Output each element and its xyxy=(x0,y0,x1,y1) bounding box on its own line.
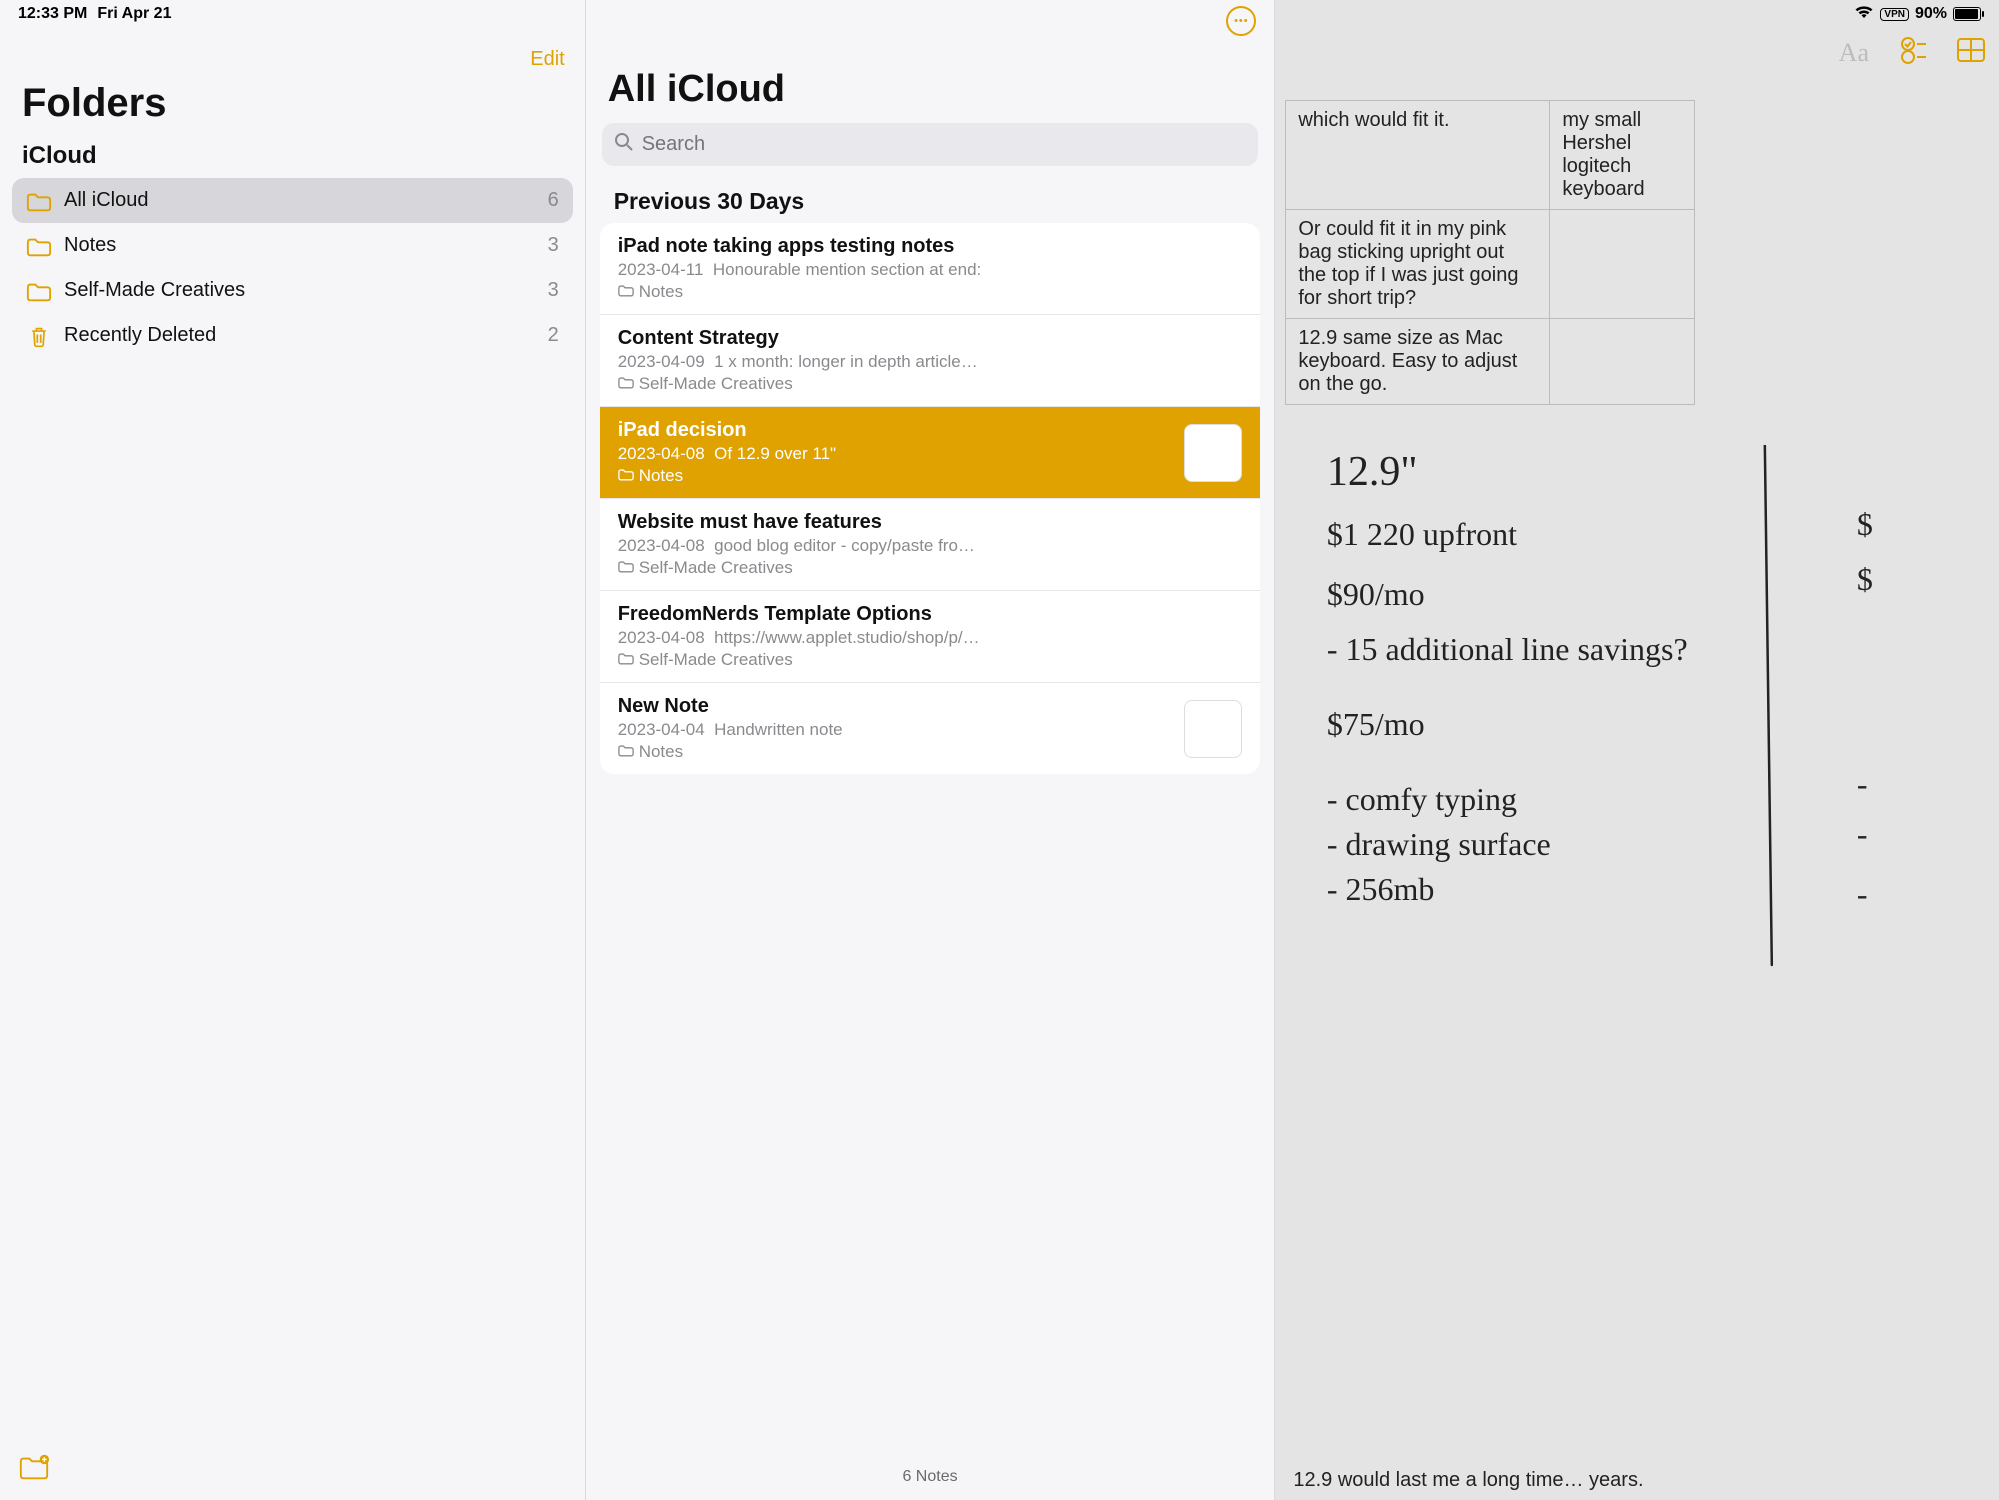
notes-column: ••• ••• All iCloud Previous 30 Days iPad… xyxy=(586,0,1276,1500)
folder-icon xyxy=(618,650,634,670)
search-icon xyxy=(614,132,634,157)
note-folder-label: Self-Made Creatives xyxy=(618,558,1243,578)
svg-text:$: $ xyxy=(1857,506,1873,542)
svg-text:$90/mo: $90/mo xyxy=(1327,576,1425,612)
note-row[interactable]: Content Strategy2023-04-09 1 x month: lo… xyxy=(600,315,1261,407)
folder-row[interactable]: Notes 3 xyxy=(12,223,573,268)
battery-percent: 90% xyxy=(1915,5,1947,23)
note-title: FreedomNerds Template Options xyxy=(618,603,1243,626)
handwriting-area[interactable]: 12.9" $1 220 upfront $90/mo - 15 additiona… xyxy=(1275,445,1999,1005)
note-row[interactable]: iPad decision2023-04-08 Of 12.9 over 11"… xyxy=(600,407,1261,499)
status-time: 12:33 PM xyxy=(18,5,87,23)
svg-text:- comfy typing: - comfy typing xyxy=(1327,781,1517,817)
folder-icon xyxy=(618,558,634,578)
folder-count: 3 xyxy=(548,234,559,257)
checklist-button[interactable] xyxy=(1899,36,1927,69)
folder-icon xyxy=(618,282,634,302)
folder-label: Self-Made Creatives xyxy=(64,279,536,302)
table-cell[interactable]: my small Hershel logitech keyboard xyxy=(1550,101,1695,210)
folders-column: Edit Folders iCloud All iCloud6Notes3Sel… xyxy=(0,0,586,1500)
folder-icon xyxy=(618,742,634,762)
folder-icon xyxy=(26,191,52,211)
note-folder-label: Self-Made Creatives xyxy=(618,374,1243,394)
search-input[interactable] xyxy=(642,133,1247,156)
note-folder-label: Notes xyxy=(618,742,1173,762)
svg-text:-: - xyxy=(1857,816,1868,852)
folder-icon xyxy=(618,374,634,394)
wifi-icon xyxy=(1854,5,1874,24)
folders-section-label: iCloud xyxy=(0,136,585,178)
svg-text:- drawing surface: - drawing surface xyxy=(1327,826,1551,862)
note-body[interactable]: which would fit it.my small Hershel logi… xyxy=(1275,36,1999,1500)
notes-count-footer: 6 Notes xyxy=(586,1454,1275,1500)
note-meta: 2023-04-11 Honourable mention section at… xyxy=(618,260,1243,280)
note-folder-label: Notes xyxy=(618,282,1243,302)
note-title: Website must have features xyxy=(618,511,1243,534)
note-meta: 2023-04-08 Of 12.9 over 11" xyxy=(618,444,1173,464)
note-meta: 2023-04-04 Handwritten note xyxy=(618,720,1173,740)
note-folder-label: Self-Made Creatives xyxy=(618,650,1243,670)
note-meta: 2023-04-08 good blog editor - copy/paste… xyxy=(618,536,1243,556)
search-field[interactable] xyxy=(602,123,1259,166)
folder-label: All iCloud xyxy=(64,189,536,212)
insert-table-button[interactable] xyxy=(1957,38,1985,67)
table-cell[interactable] xyxy=(1550,210,1695,319)
note-table[interactable]: which would fit it.my small Hershel logi… xyxy=(1285,100,1695,405)
status-bar: 12:33 PM Fri Apr 21 VPN 90% xyxy=(0,0,1999,28)
svg-text:-: - xyxy=(1857,876,1868,912)
note-title: New Note xyxy=(618,695,1173,718)
table-cell[interactable]: 12.9 same size as Mac keyboard. Easy to … xyxy=(1286,319,1550,405)
svg-text:-: - xyxy=(1857,766,1868,802)
trash-icon xyxy=(26,326,52,346)
folder-row[interactable]: Recently Deleted 2 xyxy=(12,313,573,358)
note-row[interactable]: iPad note taking apps testing notes2023-… xyxy=(600,223,1261,315)
note-bottom-text: 12.9 would last me a long time… years. xyxy=(1293,1469,1643,1492)
folder-count: 3 xyxy=(548,279,559,302)
folder-label: Recently Deleted xyxy=(64,324,536,347)
svg-text:$: $ xyxy=(1857,561,1873,597)
svg-text:$1 220 upfront: $1 220 upfront xyxy=(1327,516,1517,552)
notes-title: All iCloud xyxy=(586,38,1275,119)
note-meta: 2023-04-09 1 x month: longer in depth ar… xyxy=(618,352,1243,372)
note-title: iPad decision xyxy=(618,419,1173,442)
folder-icon xyxy=(26,236,52,256)
note-row[interactable]: FreedomNerds Template Options2023-04-08 … xyxy=(600,591,1261,683)
svg-text:$75/mo: $75/mo xyxy=(1327,706,1425,742)
folder-label: Notes xyxy=(64,234,536,257)
edit-button[interactable]: Edit xyxy=(530,48,564,71)
folder-icon xyxy=(26,281,52,301)
battery-icon xyxy=(1953,7,1981,21)
folder-row[interactable]: All iCloud 6 xyxy=(12,178,573,223)
folder-count: 6 xyxy=(548,189,559,212)
svg-text:- 15 additional line savings?: - 15 additional line savings? xyxy=(1327,631,1688,667)
folder-count: 2 xyxy=(548,324,559,347)
note-row[interactable]: Website must have features2023-04-08 goo… xyxy=(600,499,1261,591)
folders-title: Folders xyxy=(0,75,585,136)
folder-row[interactable]: Self-Made Creatives 3 xyxy=(12,268,573,313)
svg-text:- 256mb: - 256mb xyxy=(1327,871,1435,907)
folder-icon xyxy=(618,466,634,486)
table-cell[interactable] xyxy=(1550,319,1695,405)
note-title: iPad note taking apps testing notes xyxy=(618,235,1243,258)
table-cell[interactable]: Or could fit it in my pink bag sticking … xyxy=(1286,210,1550,319)
vpn-badge: VPN xyxy=(1880,8,1909,21)
table-cell[interactable]: which would fit it. xyxy=(1286,101,1550,210)
note-thumbnail xyxy=(1184,700,1242,758)
note-row[interactable]: New Note2023-04-04 Handwritten noteNotes xyxy=(600,683,1261,774)
note-meta: 2023-04-08 https://www.applet.studio/sho… xyxy=(618,628,1243,648)
svg-text:12.9": 12.9" xyxy=(1327,449,1418,495)
notes-group-label: Previous 30 Days xyxy=(586,178,1275,223)
note-detail-column: Aa which would fit it.my small Hershel l… xyxy=(1275,0,1999,1500)
note-thumbnail xyxy=(1184,424,1242,482)
new-folder-button[interactable] xyxy=(18,1468,50,1485)
note-folder-label: Notes xyxy=(618,466,1173,486)
note-title: Content Strategy xyxy=(618,327,1243,350)
text-format-button[interactable]: Aa xyxy=(1839,38,1869,68)
status-date: Fri Apr 21 xyxy=(97,5,171,23)
